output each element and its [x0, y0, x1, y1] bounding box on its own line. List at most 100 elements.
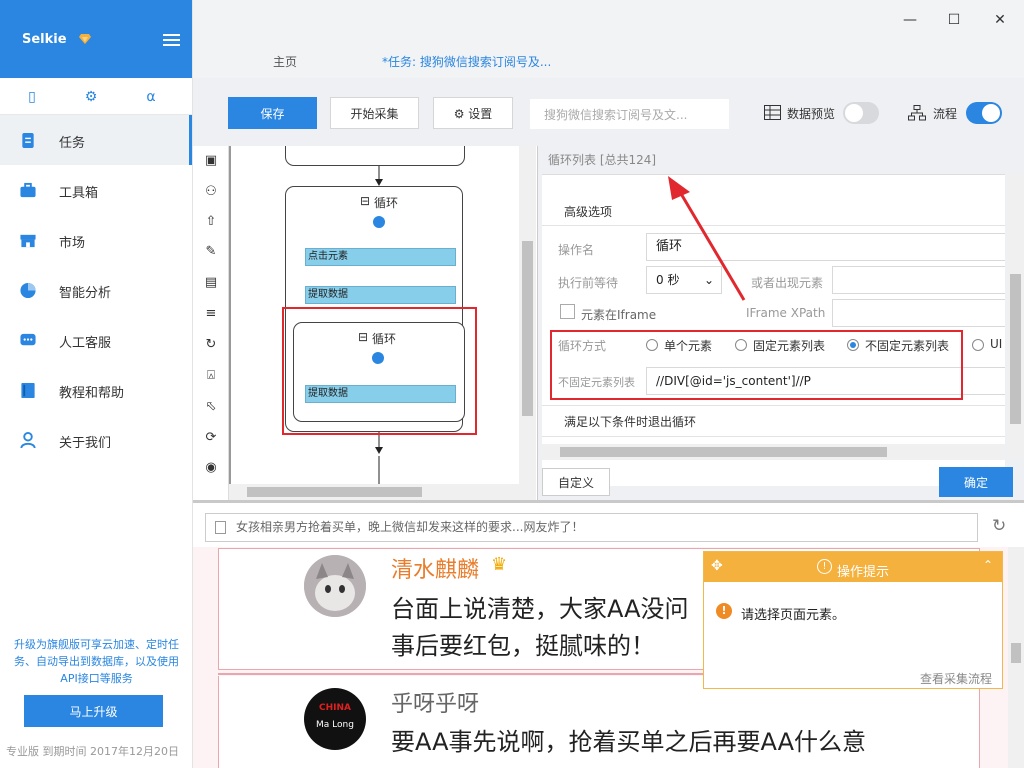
list-icon[interactable]: ≡	[203, 306, 219, 322]
comment-text: 要AA事先说啊，抢着买单之后再要AA什么意	[391, 728, 867, 756]
flow-step-extract[interactable]: 提取数据	[305, 286, 456, 304]
move-icon[interactable]: ✥	[711, 558, 723, 574]
flow-label: 流程	[933, 107, 958, 121]
loop-mode-radio-ui[interactable]	[972, 339, 984, 351]
refresh-icon[interactable]: ↻	[992, 516, 1006, 536]
maximize-icon[interactable]: ☐	[945, 12, 963, 28]
advanced-options-title: 高级选项	[564, 205, 613, 219]
comment-username[interactable]: 乎呀乎呀	[391, 686, 479, 718]
switch-icon[interactable]: ⟳	[203, 430, 219, 446]
operation-tip-panel: ✥ ! 操作提示 ⌃ ! 请选择页面元素。 查看采集流程	[703, 551, 1003, 689]
minimize-icon[interactable]: —	[901, 12, 919, 28]
tip-header[interactable]: ✥ ! 操作提示 ⌃	[704, 552, 1002, 582]
sidebar-nav: 任务 工具箱 市场 智能分析 人工客服 教程和帮助 关于我们	[0, 115, 192, 465]
upgrade-promo-text: 升级为旗舰版可享云加速、定时任务、自动导出到数据库，以及使用API接口等服务	[14, 638, 179, 685]
highlight-box-loop	[282, 307, 477, 435]
sidebar-item-market[interactable]: 市场	[0, 215, 192, 265]
panel-horizontal-scrollbar[interactable]	[542, 444, 1005, 460]
sidebar-item-about[interactable]: 关于我们	[0, 415, 192, 465]
sidebar-item-label: 教程和帮助	[59, 386, 125, 401]
hamburger-menu-icon[interactable]	[163, 34, 180, 46]
wait-value: 0 秒	[656, 273, 680, 287]
title-bar: — ☐ ✕ 主页 *任务: 搜狗微信搜索订阅号及...	[193, 0, 1024, 78]
avatar-text: Ma Long	[316, 720, 354, 730]
tab-task[interactable]: *任务: 搜狗微信搜索订阅号及...	[382, 53, 551, 70]
sidebar: Selkie ▯ ⚙ ⍺ 任务 工具箱 市场 智能分析 人工客服 教程和帮助 关…	[0, 0, 193, 768]
canvas-horizontal-scrollbar[interactable]	[229, 484, 536, 500]
loop-list-title: 循环列表 [总共124]	[548, 153, 657, 167]
avatar	[304, 555, 366, 617]
sidebar-item-toolbox[interactable]: 工具箱	[0, 165, 192, 215]
sidebar-toolbar: ▯ ⚙ ⍺	[0, 78, 192, 115]
loop-outer-title: 循环	[374, 196, 399, 210]
start-collect-button[interactable]: 开始采集	[330, 97, 419, 129]
sidebar-item-help[interactable]: 教程和帮助	[0, 365, 192, 415]
chat-icon	[20, 333, 36, 346]
comment-item[interactable]: CHINA Ma Long 乎呀乎呀 要AA事先说啊，抢着买单之后再要AA什么意	[218, 676, 980, 768]
gear-icon: ⚙	[453, 106, 469, 121]
data-preview-toggle[interactable]	[843, 102, 879, 124]
appear-label: 或者出现元素	[751, 276, 824, 290]
save-button[interactable]: 保存	[228, 97, 317, 129]
branch-icon[interactable]: ⍓	[203, 368, 219, 384]
click-element-icon[interactable]: ⚇	[203, 184, 219, 200]
custom-button[interactable]: 自定义	[542, 468, 610, 496]
sidebar-item-support[interactable]: 人工客服	[0, 315, 192, 365]
collapse-up-icon[interactable]: ⌃	[983, 558, 993, 572]
sidebar-item-analytics[interactable]: 智能分析	[0, 265, 192, 315]
tip-message: 请选择页面元素。	[741, 608, 846, 623]
view-flow-link[interactable]: 查看采集流程	[920, 670, 992, 687]
sidebar-header: Selkie	[0, 0, 192, 78]
upgrade-button[interactable]: 马上升级	[24, 695, 163, 727]
panel-divider	[542, 174, 1005, 194]
stop-icon[interactable]: ◉	[203, 460, 219, 476]
info-icon: !	[817, 559, 832, 574]
iframe-checkbox[interactable]	[560, 304, 575, 319]
loop-icon[interactable]: ↻	[203, 337, 219, 353]
select-cursor-icon[interactable]: ⬁	[203, 399, 219, 415]
new-task-icon[interactable]: ▯	[24, 89, 40, 105]
task-name-input[interactable]	[530, 99, 729, 129]
sidebar-item-task[interactable]: 任务	[0, 115, 192, 165]
op-name-label: 操作名	[558, 243, 595, 257]
browser-vertical-scrollbar[interactable]	[1008, 547, 1024, 768]
page-icon	[215, 521, 226, 534]
sidebar-item-label: 智能分析	[59, 286, 112, 301]
open-page-icon[interactable]: ▣	[203, 153, 219, 169]
sidebar-item-label: 人工客服	[59, 336, 112, 351]
avatar-text: CHINA	[319, 703, 351, 713]
properties-panel: 循环列表 [总共124] 高级选项 操作名 循环 执行前等待 0 秒 ⌄ 或者出现…	[537, 146, 1024, 500]
comment-username[interactable]: 清水麒麟	[391, 552, 479, 584]
address-bar[interactable]: 女孩相亲男方抢着买单，晚上微信却发来这样的要求...网友炸了！	[205, 513, 978, 542]
close-icon[interactable]: ✕	[991, 12, 1009, 28]
sidebar-item-label: 任务	[59, 136, 86, 151]
canvas-vertical-scrollbar[interactable]	[519, 146, 536, 484]
confirm-button[interactable]: 确定	[939, 467, 1013, 497]
flow-toggle[interactable]	[966, 102, 1002, 124]
extract-data-icon[interactable]: ▤	[203, 275, 219, 291]
table-icon	[764, 105, 781, 120]
settings-button[interactable]: ⚙ 设置	[433, 97, 513, 129]
panel-vertical-scrollbar[interactable]	[1007, 174, 1024, 458]
diamond-icon	[79, 34, 91, 44]
iframe-label: 元素在Iframe	[581, 308, 657, 322]
wait-label: 执行前等待	[558, 276, 619, 290]
sidebar-item-label: 工具箱	[59, 186, 99, 201]
flow-diagram-icon	[908, 105, 926, 121]
flow-step-click[interactable]: 点击元素	[305, 248, 456, 266]
headset-icon[interactable]: ⍺	[143, 89, 159, 105]
tab-home[interactable]: 主页	[273, 53, 297, 70]
collapse-icon[interactable]: ⊟	[360, 194, 370, 208]
wait-select[interactable]: 0 秒 ⌄	[646, 266, 722, 294]
edit-icon[interactable]: ✎	[203, 244, 219, 260]
export-icon[interactable]: ⇧	[203, 214, 219, 230]
pie-chart-icon	[20, 282, 36, 299]
op-name-input[interactable]: 循环	[646, 233, 1005, 261]
iframe-xpath-label: IFrame XPath	[746, 306, 826, 320]
flow-step-prev[interactable]	[285, 146, 465, 166]
gear-icon[interactable]: ⚙	[83, 89, 99, 105]
document-icon	[22, 132, 34, 149]
appear-element-input[interactable]	[832, 266, 1005, 294]
sidebar-item-label: 关于我们	[59, 436, 112, 451]
iframe-xpath-input[interactable]	[832, 299, 1005, 327]
